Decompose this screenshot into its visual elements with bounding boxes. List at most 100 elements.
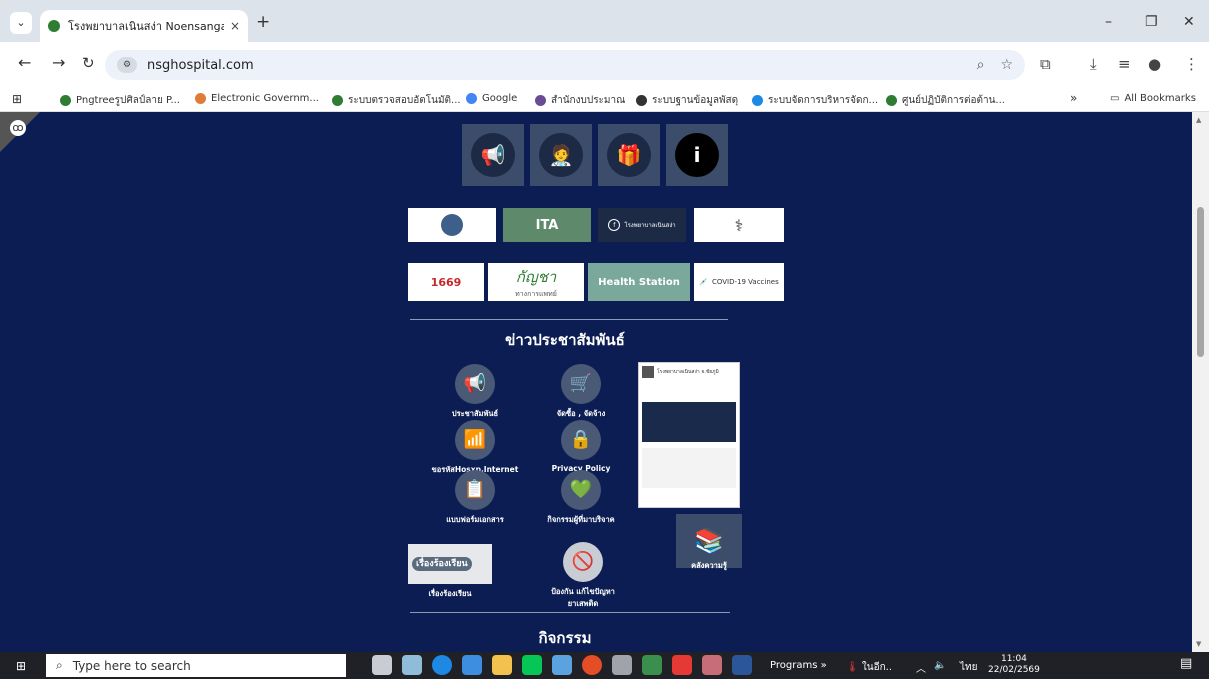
pr-section-title: ข่าวประชาสัมพันธ์	[505, 331, 625, 349]
tab-search-button[interactable]: ⌄	[10, 12, 32, 34]
download-icon[interactable]: ⤓	[1090, 55, 1097, 73]
apps-grid-icon[interactable]: ⊞	[12, 92, 22, 106]
tab-title: โรงพยาบาลเนินสง่า Noensangaho	[68, 20, 224, 33]
bookmark-item[interactable]: Electronic Governm...	[195, 93, 319, 104]
maximize-button[interactable]: ❐	[1145, 14, 1158, 30]
system-tray-chevron-icon[interactable]: ︿	[916, 660, 926, 675]
mail-icon[interactable]	[462, 655, 482, 675]
gift-hand-icon: 🎁	[607, 133, 651, 177]
back-icon[interactable]: ←	[18, 54, 31, 72]
taskbar-search-box[interactable]: ⌕ Type here to search	[46, 654, 346, 677]
scroll-down-icon[interactable]: ▼	[1196, 640, 1201, 648]
browser-tab[interactable]: โรงพยาบาลเนินสง่า Noensangaho ×	[40, 10, 248, 42]
service-procurement[interactable]: 🛒 จัดซื้อ , จัดจ้าง	[546, 364, 616, 420]
scroll-thumb[interactable]	[1197, 207, 1204, 357]
bookmarks-bar: ⊞ Pngtreeรูปศิลป์ลาย P... Electronic Gov…	[0, 88, 1209, 112]
service-anti-drug[interactable]: 🚫 ป้องกัน แก้ไขปัญหายาเสพติด	[538, 542, 628, 610]
hospital-favicon-icon	[48, 20, 60, 32]
zoom-icon[interactable]: ⌕	[977, 57, 985, 73]
bookmark-item[interactable]: สำนักงบประมาณ	[535, 93, 625, 108]
pdf-icon[interactable]	[672, 655, 692, 675]
document-icon: 📋	[455, 470, 495, 510]
service-pr[interactable]: 📢 ประชาสัมพันธ์	[440, 364, 510, 420]
language-indicator[interactable]: ไทย	[960, 660, 977, 675]
minimize-button[interactable]: –	[1105, 14, 1112, 30]
bookmark-item[interactable]: ระบบตรวจสอบอัตโนมัติ...	[332, 93, 461, 108]
scroll-up-icon[interactable]: ▲	[1196, 116, 1201, 124]
taskbar-app-icon[interactable]	[372, 655, 392, 675]
service-knowledge[interactable]: 📚 คลังความรู้	[676, 514, 742, 572]
bookmarks-overflow-button[interactable]: »	[1070, 91, 1077, 105]
close-window-button[interactable]: ✕	[1183, 14, 1195, 30]
bookmark-favicon-icon	[195, 93, 206, 104]
word-icon[interactable]	[732, 655, 752, 675]
service-privacy-policy[interactable]: 🔒 Privacy Policy	[546, 420, 616, 473]
reload-icon[interactable]: ↻	[82, 54, 95, 72]
new-tab-button[interactable]: +	[256, 14, 270, 31]
weather-widget[interactable]: 🌡 ในอีก..	[846, 660, 892, 675]
bookmark-star-icon[interactable]: ☆	[1000, 57, 1013, 73]
forward-icon[interactable]: →	[52, 54, 65, 72]
facebook-icon: f	[608, 219, 621, 231]
all-bookmarks-button[interactable]: ▭ All Bookmarks	[1110, 93, 1196, 104]
wifi-icon: 📶	[455, 420, 495, 460]
service-complaint[interactable]: เรื่องร้องเรียน เรื่องร้องเรียน	[408, 544, 492, 600]
bookmark-item[interactable]: Pngtreeรูปศิลป์ลาย P...	[60, 93, 180, 108]
file-explorer-icon[interactable]	[492, 655, 512, 675]
banner-ita[interactable]: ITA	[503, 208, 591, 242]
megaphone-icon: 📢	[471, 133, 515, 177]
banner-covid-vaccine[interactable]: 💉 COVID-19 Vaccines	[694, 263, 784, 301]
top-link-info[interactable]: i	[666, 124, 728, 186]
site-info-icon[interactable]: ⚙	[117, 57, 137, 73]
service-donation[interactable]: 💚 กิจกรรมผู้ที่มาบริจาค	[536, 470, 626, 526]
extensions-icon[interactable]: ⧉	[1040, 55, 1051, 73]
banner-emblem[interactable]	[408, 208, 496, 242]
banner-cannabis[interactable]: กัญชา ทางการแพทย์	[488, 263, 584, 301]
windows-start-icon[interactable]: ⊞	[16, 659, 26, 673]
url-text[interactable]: nsghospital.com	[147, 58, 961, 73]
bookmark-favicon-icon	[636, 95, 647, 106]
bookmark-item[interactable]: ศูนย์ปฏิบัติการต่อต้าน...	[886, 93, 1005, 108]
profile-avatar-icon[interactable]: ●	[1148, 55, 1161, 73]
volume-icon[interactable]: 🔈	[934, 660, 946, 671]
fb-post-image	[642, 402, 736, 442]
address-bar[interactable]: ⚙ nsghospital.com ⌕ ☆	[105, 50, 1025, 80]
reading-list-icon[interactable]: ≡	[1118, 55, 1131, 73]
bookmark-item[interactable]: Google	[466, 93, 517, 104]
calculator-icon[interactable]	[402, 655, 422, 675]
google-icon	[466, 93, 477, 104]
bookmark-favicon-icon	[60, 95, 71, 106]
clock[interactable]: 11:04 22/02/2569	[988, 654, 1040, 676]
top-link-megaphone[interactable]: 📢	[462, 124, 524, 186]
bookmark-favicon-icon	[886, 95, 897, 106]
notification-icon[interactable]: ▤	[1180, 656, 1192, 671]
programs-toolbar[interactable]: Programs »	[770, 660, 827, 671]
facebook-page-widget[interactable]: โรงพยาบาลเนินสง่า จ.ชัยภูมิ	[638, 362, 740, 508]
banner-facebook[interactable]: f โรงพยาบาลเนินสง่า	[598, 208, 686, 242]
emblem-icon	[441, 214, 463, 236]
edge-icon[interactable]	[432, 655, 452, 675]
banner-1669[interactable]: 1669	[408, 263, 484, 301]
tab-close-button[interactable]: ×	[230, 19, 240, 33]
patient-icon: ⚕	[734, 215, 744, 235]
service-hosxp-internet[interactable]: 📶ขอรหัสHosxp,Internet	[425, 420, 525, 476]
line-icon[interactable]	[522, 655, 542, 675]
top-link-doctor[interactable]: 🧑‍⚕️	[530, 124, 592, 186]
bookmark-item[interactable]: ระบบจัดการบริหารจัดก...	[752, 93, 878, 108]
top-link-service[interactable]: 🎁	[598, 124, 660, 186]
chrome-icon[interactable]	[582, 655, 602, 675]
taskbar-app-icon[interactable]	[612, 655, 632, 675]
bookmark-item[interactable]: ระบบฐานข้อมูลพัสดุ	[636, 93, 738, 108]
service-forms[interactable]: 📋 แบบฟอร์มเอกสาร	[430, 470, 520, 526]
fb-widget-header: โรงพยาบาลเนินสง่า จ.ชัยภูมิ	[642, 366, 736, 378]
bookmark-favicon-icon	[535, 95, 546, 106]
banner-health-station[interactable]: Health Station	[588, 263, 690, 301]
taskbar-app-icon[interactable]	[552, 655, 572, 675]
taskbar-app-icon[interactable]	[642, 655, 662, 675]
menu-kebab-icon[interactable]: ⋮	[1184, 55, 1199, 73]
taskbar-app-icon[interactable]	[702, 655, 722, 675]
banner-patient[interactable]: ⚕	[694, 208, 784, 242]
megaphone-icon: 📢	[455, 364, 495, 404]
page-scrollbar[interactable]: ▲ ▼	[1192, 112, 1209, 652]
mourning-ribbon-icon: ꝏ	[10, 120, 26, 136]
